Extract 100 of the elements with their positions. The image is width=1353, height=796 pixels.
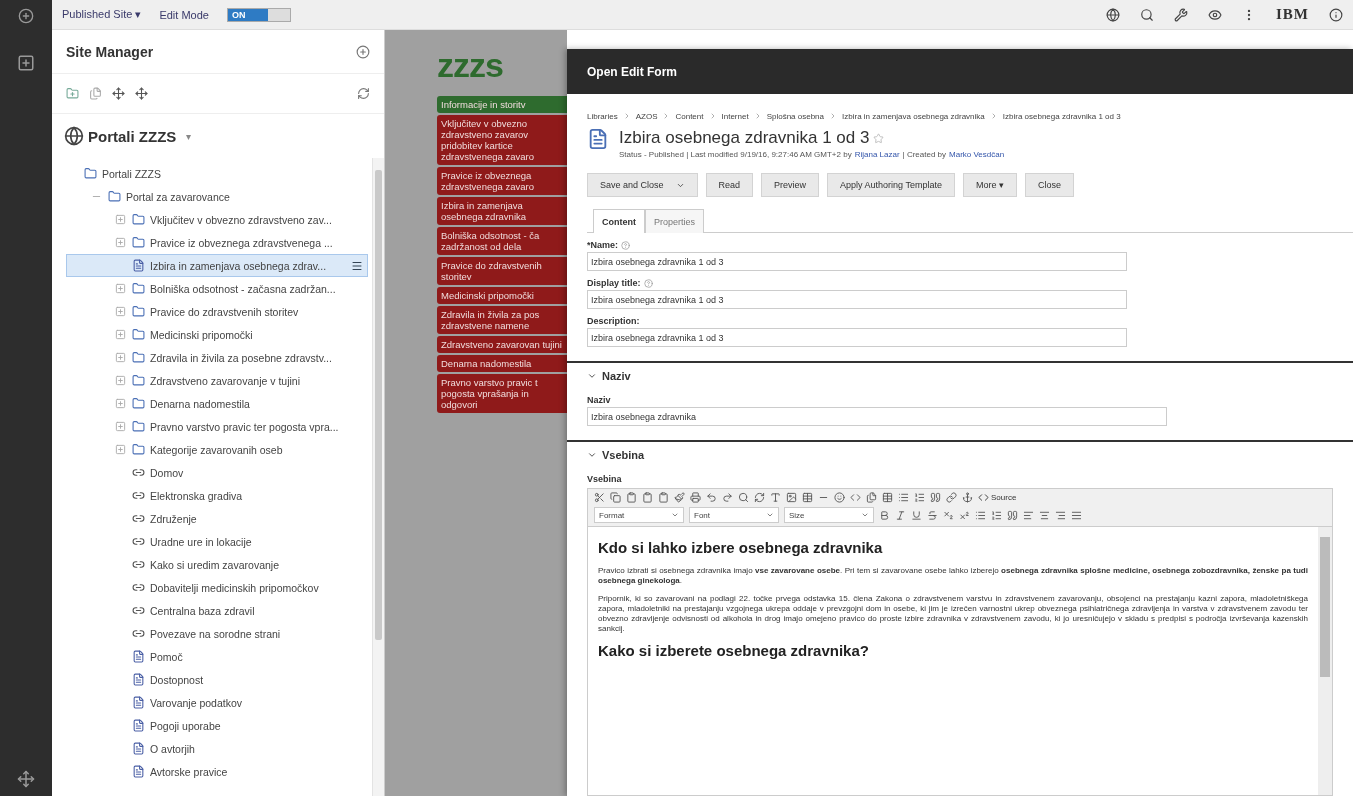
nav-item[interactable]: Vključitev v obvezno zdravstveno zavarov pridobitev kartice zdravstvenega zavaro xyxy=(437,115,567,165)
nav-item[interactable]: Bolniška odsotnost - ča zadržanost od dela xyxy=(437,227,567,255)
breadcrumb-link[interactable]: Izbira in zamenjava osebnega zdravnika xyxy=(842,112,985,122)
tree-item[interactable]: Elektronska gradiva xyxy=(66,484,368,507)
breadcrumb-link[interactable]: AZOS xyxy=(635,112,658,122)
tree-item[interactable]: Avtorske pravice xyxy=(66,760,368,783)
tree-item[interactable]: Vključitev v obvezno zdravstveno zav... xyxy=(66,208,368,231)
section-header[interactable]: Vsebina xyxy=(567,440,1353,467)
nav-item[interactable]: Informacije in storitv xyxy=(437,96,567,113)
toolbar-button[interactable]: Read xyxy=(705,173,754,197)
tree-item[interactable]: Domov xyxy=(66,461,368,484)
tree-item[interactable]: Pogoji uporabe xyxy=(66,714,368,737)
nav-item[interactable]: Zdravstveno zavarovan tujini xyxy=(437,336,567,353)
tree-item[interactable]: Povezave na sorodne strani xyxy=(66,622,368,645)
nav-item[interactable]: Zdravila in živila za pos zdravstvene namene xyxy=(437,306,567,334)
tree-item[interactable]: Izbira in zamenjava osebnega zdrav... xyxy=(66,254,368,277)
user-link[interactable]: Marko Vesdčan xyxy=(949,150,1005,159)
field-label: Vsebina xyxy=(587,474,622,484)
tree-item[interactable]: Medicinski pripomočki xyxy=(66,323,368,346)
tree-item[interactable]: Pomoč xyxy=(66,645,368,668)
tree-item[interactable]: Pravno varstvo pravic ter pogosta vpra... xyxy=(66,415,368,438)
text-field[interactable]: Izbira osebnega zdravnika 1 od 3 xyxy=(587,252,1127,271)
portal-menu[interactable]: ▾ xyxy=(186,130,192,142)
tree-item[interactable]: Portali ZZZS xyxy=(66,162,368,185)
tree-label: Kako si uredim zavarovanje xyxy=(150,558,279,571)
tree-label: Denarna nadomestila xyxy=(150,397,250,410)
text-field[interactable]: Izbira osebnega zdravnika 1 od 3 xyxy=(587,328,1127,347)
breadcrumb-link[interactable]: Content xyxy=(675,112,704,122)
tree-label: O avtorjih xyxy=(150,742,195,755)
nav-item[interactable]: Izbira in zamenjava osebnega zdravnika xyxy=(437,197,567,225)
breadcrumb-link[interactable]: Splošna osebna xyxy=(766,112,825,122)
tree-item[interactable]: Varovanje podatkov xyxy=(66,691,368,714)
tree-item[interactable]: Dobavitelji medicinskih pripomočkov xyxy=(66,576,368,599)
tree-label: Vključitev v obvezno zdravstveno zav... xyxy=(150,213,332,226)
editor-dropdown[interactable]: Format xyxy=(594,507,684,523)
field-label: *Name: xyxy=(587,240,618,250)
tree-label: Varovanje podatkov xyxy=(150,696,243,709)
brand-logo: IBM xyxy=(1276,6,1309,23)
tree-label: Medicinski pripomočki xyxy=(150,328,253,341)
tree-label: Dobavitelji medicinskih pripomočkov xyxy=(150,581,319,594)
edit-mode-label: Edit Mode xyxy=(159,8,209,21)
user-link[interactable]: Rijana Lazar xyxy=(854,150,900,159)
tree-label: Zdravila in živila za posebne zdravstv... xyxy=(150,351,332,364)
toolbar-button[interactable]: More ▾ xyxy=(963,173,1017,197)
tree-item[interactable]: Pravice iz obveznega zdravstvenega ... xyxy=(66,231,368,254)
tree-item[interactable]: Kako si uredim zavarovanje xyxy=(66,553,368,576)
tree-label: Portal za zavarovance xyxy=(126,190,230,203)
tree-item[interactable]: Dostopnost xyxy=(66,668,368,691)
tree-item[interactable]: Združenje xyxy=(66,507,368,530)
tree-item[interactable]: O avtorjih xyxy=(66,737,368,760)
tree-label: Pravice iz obveznega zdravstvenega ... xyxy=(150,236,333,249)
tree-label: Uradne ure in lokacije xyxy=(150,535,252,548)
toolbar-button[interactable]: Save and Close xyxy=(587,173,698,197)
tree-item[interactable]: Denarna nadomestila xyxy=(66,392,368,415)
tree-item[interactable]: Zdravstveno zavarovanje v tujini xyxy=(66,369,368,392)
tree-item[interactable]: Pravice do zdravstvenih storitev xyxy=(66,300,368,323)
site-menu[interactable]: Published Site ▾ xyxy=(62,8,142,21)
tab[interactable]: Properties xyxy=(645,209,705,233)
breadcrumb-link[interactable]: Internet xyxy=(721,112,749,122)
breadcrumb-link[interactable]: Izbira osebnega zdravnika 1 od 3 xyxy=(1002,112,1121,122)
tree-item[interactable]: Bolniška odsotnost - začasna zadržan... xyxy=(66,277,368,300)
edit-mode-toggle[interactable]: ON xyxy=(226,7,291,22)
tree-label: Pogoji uporabe xyxy=(150,719,221,732)
tree-item[interactable]: Centralna baza zdravil xyxy=(66,599,368,622)
tree-label: Združenje xyxy=(150,512,197,525)
field-label: Description: xyxy=(587,316,640,326)
source-button[interactable]: Source xyxy=(978,492,1017,503)
status-text: | Created by xyxy=(902,150,946,159)
toolbar-button[interactable]: Apply Authoring Template xyxy=(827,173,955,197)
tree-item[interactable]: Kategorije zavarovanih oseb xyxy=(66,438,368,461)
tree-label: Zdravstveno zavarovanje v tujini xyxy=(150,374,300,387)
dialog-title: Open Edit Form xyxy=(567,49,1353,94)
toolbar-button[interactable]: Preview xyxy=(761,173,820,197)
panel-title: Site Manager xyxy=(66,43,154,60)
section-header[interactable]: Naziv xyxy=(567,361,1353,388)
tree-label: Pravice do zdravstvenih storitev xyxy=(150,305,299,318)
nav-item[interactable]: Pravno varstvo pravic t pogosta vprašanja in odgovori xyxy=(437,374,567,413)
tree-label: Povezave na sorodne strani xyxy=(150,627,281,640)
content-heading: Kako si izberete osebnega zdravnika? xyxy=(598,642,870,659)
nav-item[interactable]: Denarna nadomestila xyxy=(437,355,567,372)
editor-dropdown[interactable]: Font xyxy=(689,507,779,523)
nav-item[interactable]: Pravice do zdravstvenih storitev xyxy=(437,257,567,285)
toolbar-button[interactable]: Close xyxy=(1025,173,1074,197)
tree-label: Portali ZZZS xyxy=(102,167,161,180)
tree-label: Izbira in zamenjava osebnega zdrav... xyxy=(150,259,327,272)
nav-item[interactable]: Medicinski pripomočki xyxy=(437,287,567,304)
nav-item[interactable]: Pravice iz obveznega zdravstvenega zavaro xyxy=(437,167,567,195)
tree-item[interactable]: Zdravila in živila za posebne zdravstv... xyxy=(66,346,368,369)
tree-label: Elektronska gradiva xyxy=(150,489,243,502)
breadcrumb-link[interactable]: Libraries xyxy=(587,112,618,122)
tree-label: Centralna baza zdravil xyxy=(150,604,255,617)
text-field[interactable]: Izbira osebnega zdravnika 1 od 3 xyxy=(587,290,1127,309)
editor-dropdown[interactable]: Size xyxy=(784,507,874,523)
content-paragraph: Pravico izbrati si osebnega zdravnika imajo vse zavarovane osebe. Pri tem si zavarovane osebe lahko izberejo osebnega zdravnika splošne medicine, osebnega zobozdravnika, ženske pa tudi osebnega ginekologa. xyxy=(598,566,1308,586)
tree-item[interactable]: Portal za zavarovance xyxy=(66,185,368,208)
tree-item[interactable]: Uradne ure in lokacije xyxy=(66,530,368,553)
tab[interactable]: Content xyxy=(593,209,645,233)
text-field[interactable]: Izbira osebnega zdravnika xyxy=(587,407,1167,426)
field-label: Display title: xyxy=(587,278,641,288)
site-logo: zzzs xyxy=(437,46,504,86)
